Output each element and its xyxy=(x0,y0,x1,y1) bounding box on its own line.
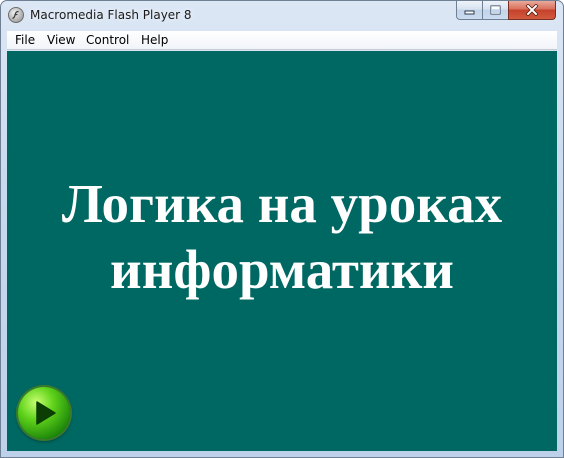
menu-file[interactable]: File xyxy=(14,33,36,48)
maximize-icon xyxy=(490,5,501,15)
play-icon xyxy=(36,401,56,425)
slide-title-line-1: Логика на уроках xyxy=(61,173,503,234)
maximize-button[interactable] xyxy=(482,1,509,20)
play-button[interactable] xyxy=(18,387,70,439)
menu-control[interactable]: Control xyxy=(85,33,130,48)
minimize-button[interactable] xyxy=(456,1,483,20)
close-icon xyxy=(525,4,539,16)
slide-title: Логика на уроках информатики xyxy=(7,171,557,303)
flash-player-icon[interactable] xyxy=(8,7,24,23)
close-button[interactable] xyxy=(508,1,556,20)
minimize-icon xyxy=(464,10,475,14)
flash-stage[interactable]: Логика на уроках информатики xyxy=(7,51,557,451)
slide-title-line-2: информатики xyxy=(110,239,454,300)
menu-bar: File View Control Help xyxy=(7,31,557,50)
flash-glyph xyxy=(12,10,19,19)
window-title: Macromedia Flash Player 8 xyxy=(30,8,192,22)
menu-view[interactable]: View xyxy=(46,33,76,48)
flash-player-window: Macromedia Flash Player 8 File View Cont… xyxy=(0,0,564,458)
title-bar[interactable]: Macromedia Flash Player 8 xyxy=(1,1,563,31)
menu-help[interactable]: Help xyxy=(140,33,169,48)
